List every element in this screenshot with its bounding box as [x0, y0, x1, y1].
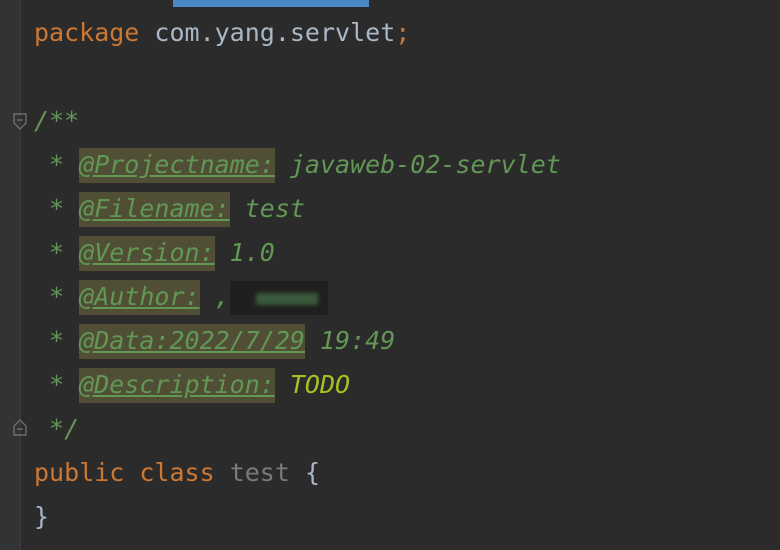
semicolon: ; — [395, 18, 411, 47]
javadoc-tag-filename: @Filename: — [79, 192, 230, 227]
javadoc-line-projectname: * @Projectname: javaweb-02-servlet — [34, 143, 561, 187]
code-content: package com.yang.servlet; /** * @Project… — [34, 11, 561, 539]
code-line-package: package com.yang.servlet; — [34, 11, 561, 55]
fold-end-icon[interactable] — [12, 418, 28, 436]
javadoc-value-data: 19:49 — [304, 326, 396, 355]
javadoc-tag-version: @Version: — [79, 236, 215, 271]
javadoc-tag-description: @Description: — [79, 368, 275, 403]
class-keyword: class — [139, 458, 215, 487]
javadoc-value-filename: test — [229, 194, 305, 223]
javadoc-value-projectname: javaweb-02-servlet — [274, 150, 561, 179]
javadoc-line-version: * @Version: 1.0 — [34, 231, 561, 275]
horizontal-scroll-thumb[interactable] — [173, 0, 369, 7]
javadoc-tag-data: @Data:2022/7/29 — [79, 324, 305, 359]
javadoc-value-version: 1.0 — [214, 238, 275, 267]
javadoc-line-filename: * @Filename: test — [34, 187, 561, 231]
package-keyword: package — [34, 18, 140, 47]
javadoc-close: */ — [34, 414, 80, 443]
javadoc-tag-projectname: @Projectname: — [79, 148, 275, 183]
close-brace: } — [34, 502, 50, 531]
package-path: com.yang.servlet — [154, 18, 396, 47]
code-line-comment-open: /** — [34, 99, 561, 143]
javadoc-line-description: * @Description: TODO — [34, 363, 561, 407]
redacted-author-name — [229, 281, 328, 315]
javadoc-line-data: * @Data:2022/7/29 19:49 — [34, 319, 561, 363]
gutter-divider — [20, 0, 21, 550]
class-name: test — [229, 458, 290, 487]
javadoc-value-author: , — [199, 282, 230, 311]
code-line-comment-close: */ — [34, 407, 561, 451]
open-brace: { — [304, 458, 321, 487]
javadoc-value-description: TODO — [274, 370, 351, 399]
javadoc-tag-author: @Author: — [79, 280, 200, 315]
javadoc-line-author: * @Author: , — [34, 275, 561, 319]
code-line-class-declaration: public class test { — [34, 451, 561, 495]
code-line-closing-brace: } — [34, 495, 561, 539]
editor-gutter — [0, 0, 20, 550]
javadoc-open: /** — [34, 106, 80, 135]
code-editor[interactable]: package com.yang.servlet; /** * @Project… — [0, 0, 780, 550]
public-keyword: public — [34, 458, 125, 487]
fold-collapse-icon[interactable] — [12, 113, 28, 131]
